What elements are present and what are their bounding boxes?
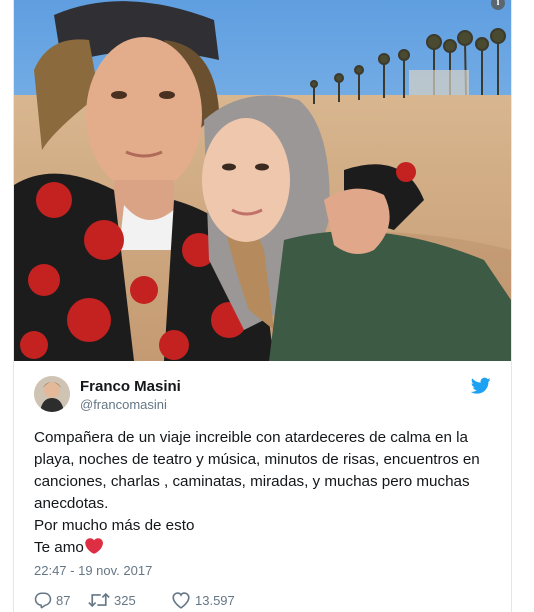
tweet-line: Compañera de un viaje increible con atar… [34, 429, 480, 512]
tweet-line: Por mucho más de esto [34, 517, 195, 534]
author-name[interactable]: Franco Masini [80, 378, 181, 395]
embedded-tweet-card: i Franco Masini @francomasini Compañera … [13, 0, 512, 612]
beach-selfie-image [14, 0, 511, 361]
profile-picture [34, 376, 70, 412]
like-count: 13.597 [195, 592, 235, 608]
author-handle[interactable]: @francomasini [80, 397, 167, 412]
tweet-text: Compañera de un viaje increible con atar… [34, 427, 504, 559]
tweet-photo[interactable]: i [14, 0, 511, 361]
retweet-count: 325 [114, 592, 136, 608]
red-heart-emoji-icon [85, 538, 103, 554]
like-action[interactable]: 13.597 [171, 590, 235, 610]
retweet-action[interactable]: 325 [88, 590, 136, 610]
tweet-timestamp[interactable]: 22:47 - 19 nov. 2017 [34, 563, 152, 578]
reply-icon [34, 592, 52, 609]
twitter-bird-icon[interactable] [471, 377, 491, 395]
avatar[interactable] [34, 376, 70, 412]
heart-icon [172, 592, 190, 609]
retweet-icon [88, 592, 110, 608]
tweet-line: Te amo [34, 539, 84, 556]
reply-count: 87 [56, 592, 71, 608]
tweet-line-with-emoji: Te amo [34, 537, 504, 559]
reply-action[interactable]: 87 [34, 590, 70, 610]
